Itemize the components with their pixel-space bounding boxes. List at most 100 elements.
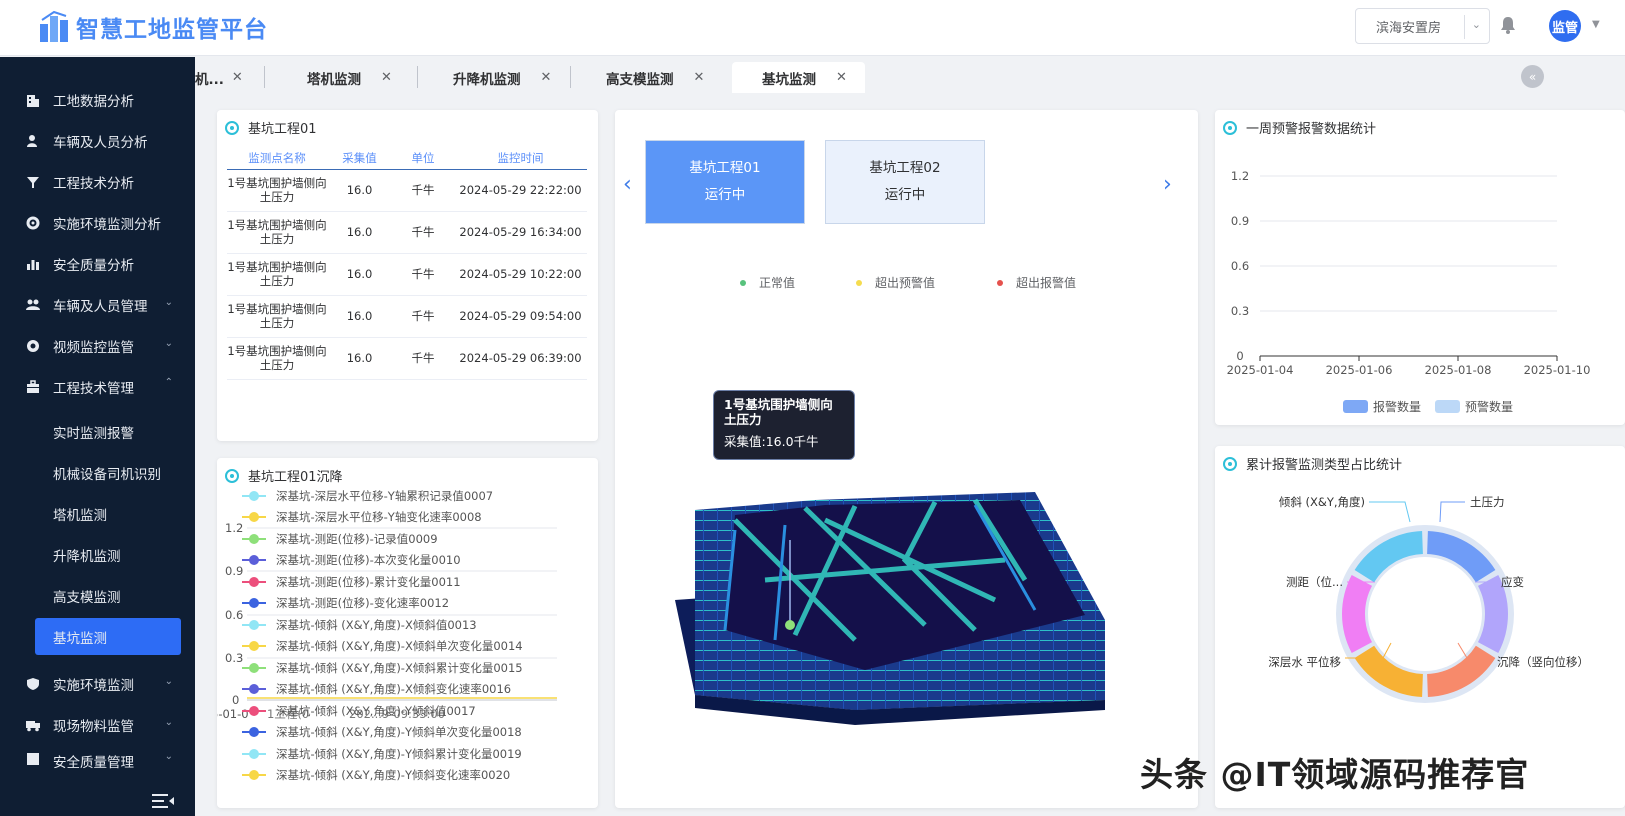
menu-collapse-icon[interactable]	[152, 793, 176, 809]
collapse-tabs-button[interactable]: «	[1521, 65, 1544, 88]
legend-item[interactable]: 深基坑-测距(位移)-变化速率0012	[242, 593, 572, 615]
bell-icon[interactable]	[1500, 16, 1516, 34]
cell-unit: 千牛	[392, 253, 454, 296]
sidebar-item-label: 实施环境监测	[53, 677, 134, 694]
legend-symbol	[242, 554, 266, 566]
legend-item[interactable]: 深基坑-倾斜 (X&Y,角度)-X倾斜变化速率0016	[242, 679, 572, 701]
sidebar-subitem-elevator[interactable]: 升降机监测	[0, 534, 195, 575]
chevron-down-icon: ⌄	[164, 338, 173, 349]
table-row[interactable]: 1号基坑围护墙侧向土压力 16.0 千牛 2024-05-29 06:39:00	[227, 337, 587, 380]
legend-label: 深基坑-深层水平位移-Y轴变化速率0008	[276, 510, 482, 525]
close-icon[interactable]: ✕	[694, 70, 705, 85]
legend-item[interactable]: 深基坑-倾斜 (X&Y,角度)-Y倾斜累计变化量0019	[242, 743, 572, 765]
tab-label: 升降机监测	[453, 71, 521, 88]
legend-item[interactable]: 深基坑-深层水平位移-Y轴累积记录值0007	[242, 485, 572, 507]
sidebar-item-engineering-mgmt[interactable]: 工程技术管理 ⌃	[0, 366, 195, 407]
top-header: 智慧工地监管平台 滨海安置房 ⌄ 监管 ▼	[0, 0, 1625, 56]
settlement-legend: 深基坑-深层水平位移-Y轴累积记录值0007 深基坑-深层水平位移-Y轴变化速率0…	[242, 485, 572, 786]
legend-item[interactable]: 深基坑-测距(位移)-累计变化量0011	[242, 571, 572, 593]
tab-tower-crane[interactable]: 塔机监测 ✕	[307, 62, 392, 93]
pit-3d-panel: ‹ › 基坑工程01 运行中 基坑工程02 运行中 正常值 超出预警值 超出报警…	[615, 110, 1198, 808]
legend-warning[interactable]: 超出预警值	[856, 274, 935, 291]
card-status: 运行中	[704, 187, 746, 203]
sidebar-item-environment-monitoring[interactable]: 实施环境监测 ⌄	[0, 663, 195, 704]
legend-label: 深基坑-深层水平位移-Y轴累积记录值0007	[276, 488, 494, 503]
legend-swatch[interactable]	[1343, 400, 1368, 413]
sidebar-item-video-monitoring[interactable]: 视频监控监管 ⌄	[0, 325, 195, 366]
legend-label[interactable]: 报警数量	[1373, 399, 1421, 414]
close-icon[interactable]: ✕	[836, 70, 847, 85]
camera-icon	[25, 338, 41, 354]
tab-machine[interactable]: 机... ✕	[195, 62, 243, 93]
sidebar-item-vehicle-personnel-analysis[interactable]: 车辆及人员分析	[0, 120, 195, 161]
sidebar-item-label: 视频监控监管	[53, 339, 134, 356]
app-logo[interactable]: 智慧工地监管平台	[38, 10, 268, 44]
sidebar-item-site-data-analysis[interactable]: 工地数据分析	[0, 79, 195, 120]
table-header-row: 监测点名称 采集值 单位 监控时间	[227, 147, 587, 170]
y-tick-label: 1.2	[225, 521, 243, 535]
tab-elevator[interactable]: 升降机监测 ✕	[453, 62, 551, 93]
sidebar-item-engineering-analysis[interactable]: 工程技术分析	[0, 161, 195, 202]
tooltip-value: 采集值:16.0千牛	[724, 434, 819, 449]
legend-swatch[interactable]	[1435, 400, 1460, 413]
chevron-down-icon: ⌄	[164, 751, 173, 762]
table-row[interactable]: 1号基坑围护墙侧向土压力 16.0 千牛 2024-05-29 16:34:00	[227, 211, 587, 254]
project-select[interactable]: 滨海安置房 ⌄	[1355, 8, 1490, 44]
project-card-01[interactable]: 基坑工程01 运行中	[645, 140, 805, 224]
sidebar-item-label: 车辆及人员分析	[53, 134, 148, 151]
legend-item[interactable]: 深基坑-倾斜 (X&Y,角度)-Y倾斜单次变化量0018	[242, 722, 572, 744]
table-row[interactable]: 1号基坑围护墙侧向土压力 16.0 千牛 2024-05-29 09:54:00	[227, 295, 587, 338]
sidebar-item-safety-analysis[interactable]: 安全质量分析	[0, 243, 195, 284]
legend-item[interactable]: 深基坑-深层水平位移-Y轴变化速率0008	[242, 507, 572, 529]
legend-item[interactable]: 深基坑-倾斜 (X&Y,角度)-X倾斜累计变化量0015	[242, 657, 572, 679]
y-tick-label: 0	[232, 693, 239, 707]
legend-normal[interactable]: 正常值	[740, 274, 795, 291]
slice-label: 沉降（竖向位移）	[1497, 655, 1589, 669]
cell-time: 2024-05-29 10:22:00	[454, 253, 587, 296]
project-card-02[interactable]: 基坑工程02 运行中	[825, 140, 985, 224]
legend-label[interactable]: 预警数量	[1465, 399, 1513, 414]
legend-item[interactable]: 深基坑-测距(位移)-记录值0009	[242, 528, 572, 550]
chevron-left-icon[interactable]: ‹	[623, 172, 632, 197]
tab-foundation-pit[interactable]: 基坑监测 ✕	[732, 62, 865, 93]
table-row[interactable]: 1号基坑围护墙侧向土压力 16.0 千牛 2024-05-29 10:22:00	[227, 253, 587, 296]
sidebar-item-material-supervision[interactable]: 现场物料监管 ⌄	[0, 704, 195, 745]
close-icon[interactable]: ✕	[232, 70, 243, 85]
sidebar-item-safety-mgmt[interactable]: 安全质量管理 ⌄	[0, 745, 195, 775]
x-tick-label: 2025-01-10	[1524, 363, 1591, 377]
target-icon	[225, 120, 239, 135]
legend-alarm[interactable]: 超出报警值	[997, 274, 1076, 291]
cell-value: 16.0	[327, 337, 392, 380]
close-icon[interactable]: ✕	[381, 70, 392, 85]
caret-down-icon[interactable]: ▼	[1592, 19, 1600, 30]
sidebar-subitem-driver-identification[interactable]: 机械设备司机识别	[0, 452, 195, 493]
tab-label: 塔机监测	[307, 71, 361, 88]
sidebar-item-vehicle-personnel-mgmt[interactable]: 车辆及人员管理 ⌄	[0, 284, 195, 325]
sidebar-item-environment-analysis[interactable]: 实施环境监测分析	[0, 202, 195, 243]
legend-item[interactable]: 深基坑-倾斜 (X&Y,角度)-Y倾斜变化速率0020	[242, 765, 572, 787]
legend-item[interactable]: 深基坑-倾斜 (X&Y,角度)-Y倾斜值0017	[242, 700, 572, 722]
legend-symbol	[242, 576, 266, 588]
sidebar-subitem-tower-crane[interactable]: 塔机监测	[0, 493, 195, 534]
table-row[interactable]: 1号基坑围护墙侧向土压力 16.0 千牛 2024-05-29 22:22:00	[227, 169, 587, 212]
cell-value: 16.0	[327, 169, 392, 212]
sidebar-subitem-high-formwork[interactable]: 高支模监测	[0, 575, 195, 616]
legend-symbol	[242, 640, 266, 652]
legend-item[interactable]: 深基坑-倾斜 (X&Y,角度)-X倾斜值0013	[242, 614, 572, 636]
logo-icon	[40, 10, 68, 42]
sidebar-subitem-foundation-pit[interactable]: 基坑监测	[35, 618, 181, 655]
cell-unit: 千牛	[392, 295, 454, 338]
legend-item[interactable]: 深基坑-测距(位移)-本次变化量0010	[242, 550, 572, 572]
settlement-panel: 基坑工程01沉降 1.2 0.9 0.6 0.3 0 5-01-0 1工程(0 …	[217, 458, 598, 808]
chevron-right-icon[interactable]: ›	[1163, 172, 1172, 197]
tab-high-formwork[interactable]: 高支模监测 ✕	[606, 62, 704, 93]
legend-label: 深基坑-测距(位移)-累计变化量0011	[276, 574, 461, 589]
sidebar-subitem-realtime-alarm[interactable]: 实时监测报警	[0, 411, 195, 452]
close-icon[interactable]: ✕	[541, 70, 552, 85]
user-avatar[interactable]: 监管	[1549, 10, 1581, 42]
tab-divider	[417, 66, 418, 88]
legend-item[interactable]: 深基坑-倾斜 (X&Y,角度)-X倾斜单次变化量0014	[242, 636, 572, 658]
panel-title: 基坑工程01	[225, 118, 317, 137]
y-tick-label: 0.3	[1231, 304, 1249, 318]
legend-label: 深基坑-倾斜 (X&Y,角度)-X倾斜值0013	[276, 617, 477, 632]
